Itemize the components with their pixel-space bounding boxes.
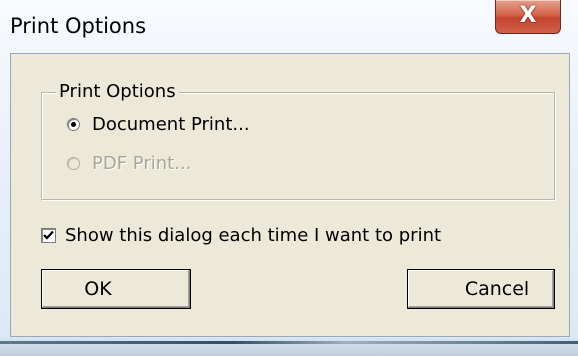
radio-dot-icon[interactable] xyxy=(67,117,80,131)
radio-circle-icon xyxy=(67,156,80,170)
group-label: Print Options xyxy=(56,81,179,102)
cancel-button-label: Cancel xyxy=(464,278,530,300)
window-title: Print Options xyxy=(10,14,147,38)
taskbar-edge xyxy=(0,341,578,344)
radio-document-print[interactable]: Document Print... xyxy=(67,112,250,136)
show-dialog-checkbox-row[interactable]: Show this dialog each time I want to pri… xyxy=(41,222,441,248)
cancel-button[interactable]: Cancel xyxy=(407,269,555,309)
show-dialog-label: Show this dialog each time I want to pri… xyxy=(65,224,442,246)
show-dialog-checkbox[interactable] xyxy=(41,227,56,243)
dialog-body: Print Options Document Print... PDF Prin… xyxy=(10,53,570,337)
title-bar[interactable]: Print Options X xyxy=(0,0,578,48)
radio-document-print-label: Document Print... xyxy=(92,113,250,135)
radio-pdf-print-label: PDF Print... xyxy=(92,152,192,174)
close-icon: X xyxy=(519,3,537,28)
close-button[interactable]: X xyxy=(495,0,561,34)
print-options-dialog: Print Options X Print Options Document P… xyxy=(0,0,578,356)
ok-button-label: OK xyxy=(84,278,112,300)
radio-pdf-print: PDF Print... xyxy=(67,151,191,175)
ok-button[interactable]: OK xyxy=(41,269,191,309)
checkmark-icon xyxy=(43,230,54,240)
print-options-group: Print Options Document Print... PDF Prin… xyxy=(41,81,555,200)
